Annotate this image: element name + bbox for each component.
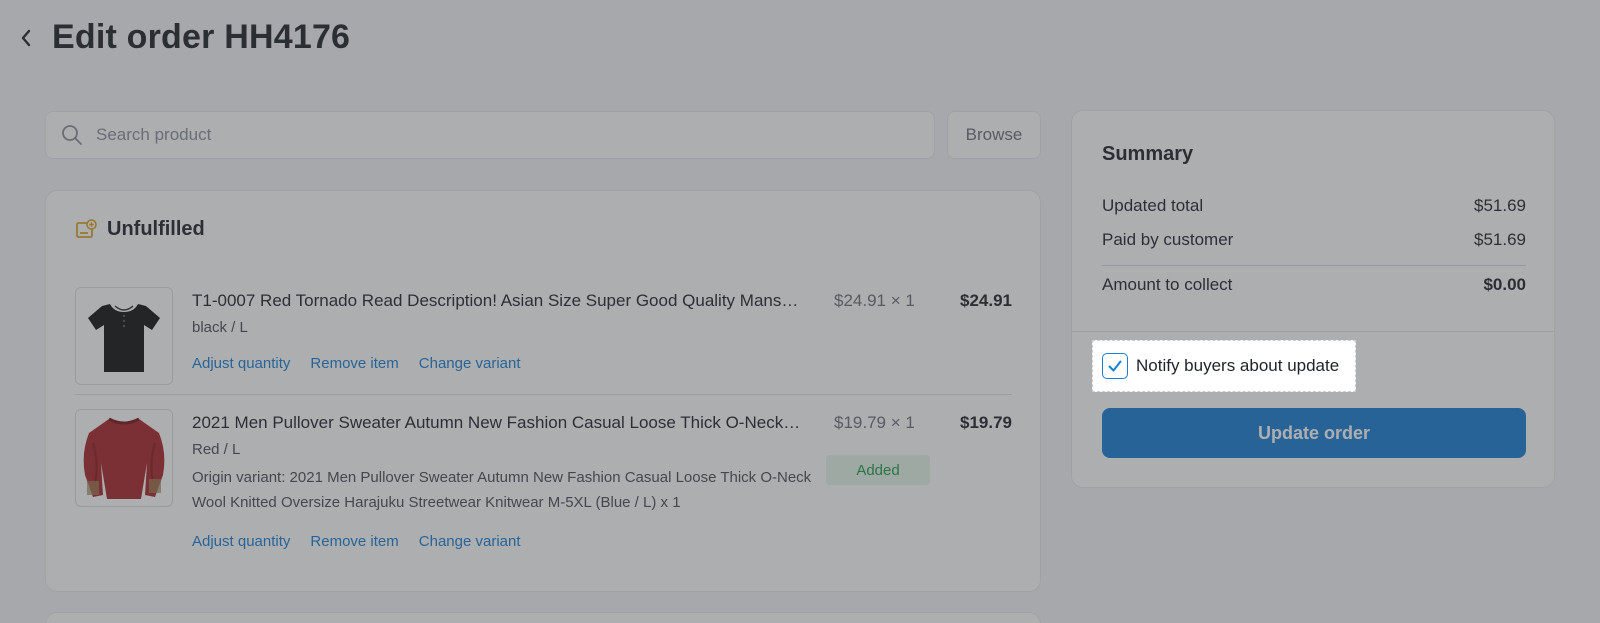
unfulfilled-box-icon [76,218,97,238]
chevron-left-icon [21,29,31,46]
item-title[interactable]: T1-0007 Red Tornado Read Description! As… [192,291,814,311]
summary-label: Paid by customer [1102,230,1234,249]
summary-row-updated-total: Updated total $51.69 [1102,196,1526,216]
summary-section-divider [1072,331,1554,332]
unfulfilled-card: Unfulfilled T1-0007 Red Tornado Read Des… [45,190,1041,592]
summary-label: Amount to collect [1102,275,1233,294]
summary-row-amount-to-collect: Amount to collect $0.00 [1102,275,1526,295]
summary-value: $51.69 [1474,196,1526,215]
black-tshirt-icon [88,304,160,372]
notify-buyers-checkbox[interactable] [1102,353,1128,379]
summary-value: $0.00 [1483,275,1526,294]
item-total-price: $24.91 [960,291,1012,310]
summary-card: Summary Updated total $51.69 Paid by cus… [1071,110,1555,488]
item-actions: Adjust quantity Remove item Change varia… [192,355,541,372]
notify-buyers-label[interactable]: Notify buyers about update [1136,356,1339,376]
summary-value: $51.69 [1474,230,1526,249]
added-badge: Added [826,455,930,485]
line-item: 2021 Men Pullover Sweater Autumn New Fas… [75,409,1012,559]
change-variant-link[interactable]: Change variant [419,355,521,372]
summary-title: Summary [1102,143,1194,165]
unfulfilled-header: Unfulfilled [75,218,205,241]
remove-item-link[interactable]: Remove item [310,533,398,550]
notify-buyers-option[interactable]: Notify buyers about update [1092,340,1356,392]
check-icon [1108,360,1122,372]
item-total-price: $19.79 [960,413,1012,432]
search-input[interactable] [96,125,856,145]
item-actions: Adjust quantity Remove item Change varia… [192,533,541,550]
adjust-quantity-link[interactable]: Adjust quantity [192,533,290,550]
line-item: T1-0007 Red Tornado Read Description! As… [75,287,1012,395]
red-sweater-icon [83,417,165,499]
unfulfilled-title: Unfulfilled [107,218,205,240]
change-variant-link[interactable]: Change variant [419,533,521,550]
item-unit-price: $19.79 × 1 [834,413,915,432]
product-thumbnail [75,287,173,385]
next-section-card [45,612,1041,623]
update-order-button[interactable]: Update order [1102,408,1526,458]
search-box[interactable] [45,111,935,159]
summary-row-paid: Paid by customer $51.69 [1102,230,1526,250]
item-origin-variant: Origin variant: 2021 Men Pullover Sweate… [192,469,812,511]
item-unit-price: $24.91 × 1 [834,291,915,310]
search-icon [62,125,82,145]
item-variant: black / L [192,319,248,336]
summary-divider [1102,265,1526,266]
item-variant: Red / L [192,441,241,458]
page-header: Edit order HH4176 [14,18,350,57]
back-button[interactable] [14,26,38,50]
edit-order-page: Edit order HH4176 Browse Unfulfilled [0,0,1600,623]
summary-label: Updated total [1102,196,1204,215]
product-thumbnail [75,409,173,507]
page-title: Edit order HH4176 [52,18,351,56]
remove-item-link[interactable]: Remove item [310,355,398,372]
browse-button[interactable]: Browse [947,111,1041,159]
adjust-quantity-link[interactable]: Adjust quantity [192,355,290,372]
item-title[interactable]: 2021 Men Pullover Sweater Autumn New Fas… [192,413,814,433]
product-search-row: Browse [45,111,1041,159]
